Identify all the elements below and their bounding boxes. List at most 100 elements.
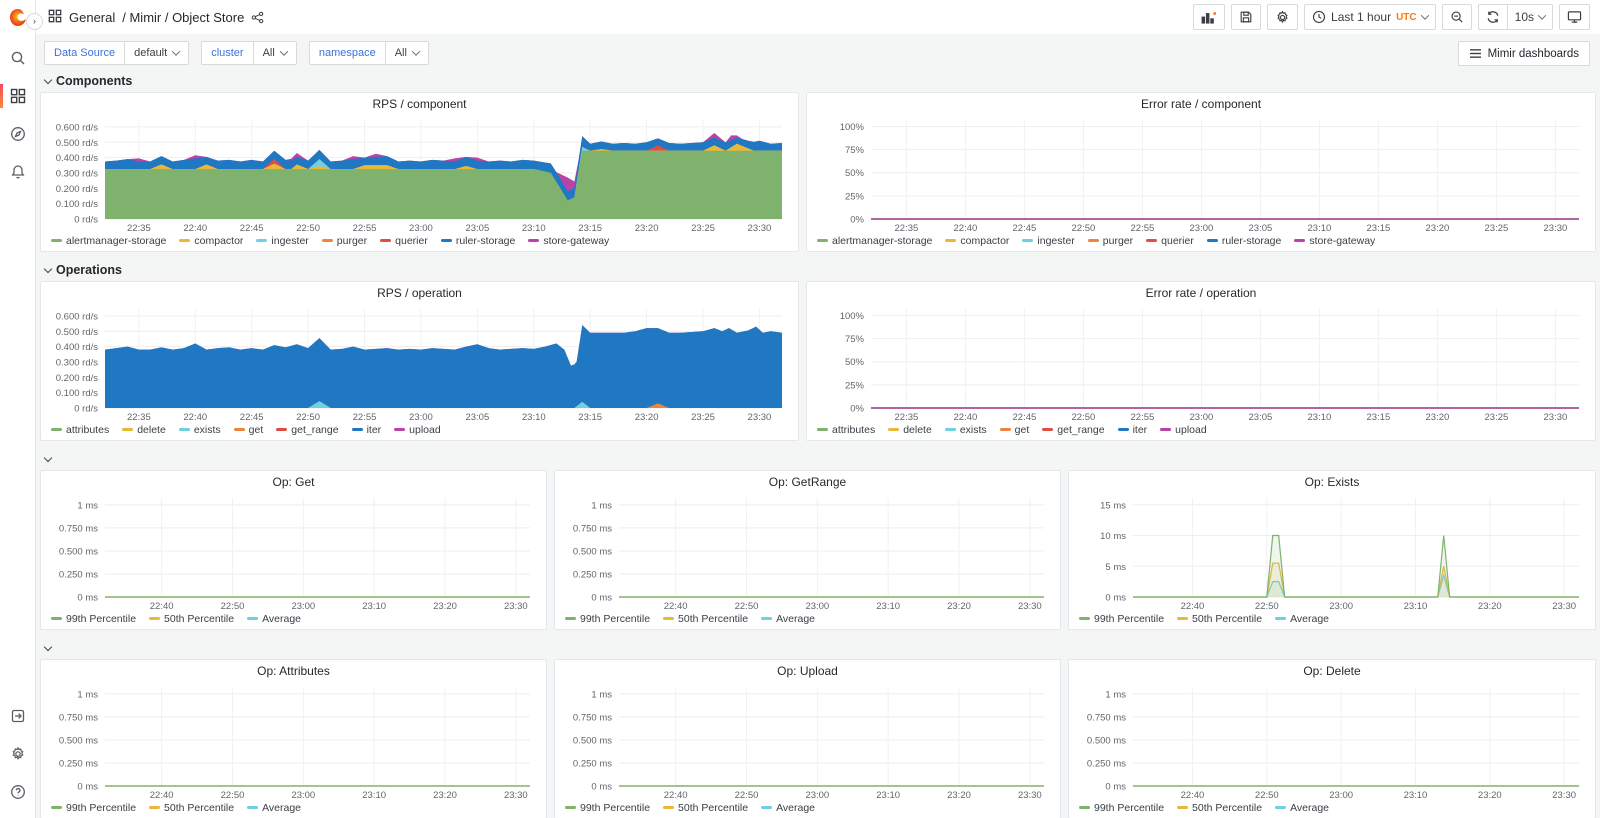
row-components[interactable]: Components xyxy=(40,70,1596,92)
legend-item[interactable]: 99th Percentile xyxy=(565,613,650,625)
chart-error-rate-component[interactable]: 0% 25% 50% 75% 100% 22:35 22:40 22:45 22:50 22:55… xyxy=(813,114,1589,233)
legend-item[interactable]: 99th Percentile xyxy=(51,802,136,814)
legend-item[interactable]: iter xyxy=(351,424,381,436)
add-panel-button[interactable] xyxy=(1193,4,1226,30)
mimir-dashboards-button[interactable]: Mimir dashboards xyxy=(1457,41,1590,66)
variable-value-dropdown[interactable]: All xyxy=(253,41,297,65)
chart-rps-component[interactable]: 0 rd/s 0.100 rd/s 0.200 rd/s 0.300 rd/s 0.40… xyxy=(47,114,792,233)
chart-rps-operation[interactable]: 0 rd/s 0.100 rd/s 0.200 rd/s 0.300 rd/s 0.40… xyxy=(47,303,792,422)
legend-item[interactable]: compactor xyxy=(945,235,1009,247)
variable-label[interactable]: namespace xyxy=(308,41,386,65)
legend-item[interactable]: Average xyxy=(761,613,815,625)
panel-title[interactable]: Op: Get xyxy=(47,475,540,492)
legend-item[interactable]: Average xyxy=(247,613,301,625)
legend-item[interactable]: ingester xyxy=(1022,235,1075,247)
cycle-view-mode-button[interactable] xyxy=(1559,4,1590,30)
svg-text:23:10: 23:10 xyxy=(876,601,900,611)
legend-item[interactable]: querier xyxy=(1146,235,1194,247)
share-icon[interactable] xyxy=(251,11,264,24)
legend-item[interactable]: Average xyxy=(1275,613,1329,625)
panel-title[interactable]: Op: Delete xyxy=(1075,664,1589,681)
save-dashboard-button[interactable] xyxy=(1231,4,1262,30)
legend-item[interactable]: get xyxy=(233,424,263,436)
panel-title[interactable]: Error rate / operation xyxy=(813,286,1589,303)
dashboard-settings-button[interactable] xyxy=(1267,4,1299,30)
legend-item[interactable]: purger xyxy=(321,235,367,247)
legend-item[interactable]: Average xyxy=(761,802,815,814)
legend-item[interactable]: 50th Percentile xyxy=(149,613,234,625)
legend-item[interactable]: delete xyxy=(122,424,166,436)
svg-text:0.600 rd/s: 0.600 rd/s xyxy=(56,122,98,133)
legend-item[interactable]: 50th Percentile xyxy=(1177,613,1262,625)
sidebar-item-settings[interactable] xyxy=(0,742,35,766)
legend-item[interactable]: upload xyxy=(394,424,441,436)
legend-item[interactable]: attributes xyxy=(817,424,875,436)
legend-item[interactable]: 50th Percentile xyxy=(149,802,234,814)
panel-title[interactable]: Op: GetRange xyxy=(561,475,1054,492)
legend-item[interactable]: alertmanager-storage xyxy=(51,235,166,247)
legend-item[interactable]: upload xyxy=(1160,424,1207,436)
legend-item[interactable]: store-gateway xyxy=(528,235,609,247)
time-range-picker[interactable]: Last 1 hour UTC xyxy=(1304,4,1436,30)
chart-op-attributes[interactable]: 0 ms 0.250 ms 0.500 ms 0.750 ms 1 ms 22:40 22:… xyxy=(47,681,540,800)
legend-item[interactable]: purger xyxy=(1087,235,1133,247)
variable-label[interactable]: cluster xyxy=(201,41,254,65)
zoom-out-button[interactable] xyxy=(1441,4,1472,30)
legend-item[interactable]: attributes xyxy=(51,424,109,436)
legend-item[interactable]: ruler-storage xyxy=(1206,235,1281,247)
legend-item[interactable]: 99th Percentile xyxy=(565,802,650,814)
variable-label[interactable]: Data Source xyxy=(44,41,126,65)
chart-op-get[interactable]: 0 ms 0.250 ms 0.500 ms 0.750 ms 1 ms 22:40 22:… xyxy=(47,492,540,611)
svg-text:22:50: 22:50 xyxy=(1072,223,1096,233)
panel-title[interactable]: RPS / component xyxy=(47,97,792,114)
panel-title[interactable]: Op: Upload xyxy=(561,664,1054,681)
sidebar-item-alerting[interactable] xyxy=(0,160,35,184)
chart-op-getrange[interactable]: 0 ms 0.250 ms 0.500 ms 0.750 ms 1 ms 22:40 22:… xyxy=(561,492,1054,611)
legend-item[interactable]: compactor xyxy=(179,235,243,247)
legend-item[interactable]: querier xyxy=(380,235,428,247)
legend-item[interactable]: Average xyxy=(1275,802,1329,814)
row-untitled-1[interactable] xyxy=(40,448,1596,470)
chart-op-upload[interactable]: 0 ms 0.250 ms 0.500 ms 0.750 ms 1 ms 22:40 22:… xyxy=(561,681,1054,800)
legend-item[interactable]: Average xyxy=(247,802,301,814)
panel-title[interactable]: Op: Attributes xyxy=(47,664,540,681)
legend-item[interactable]: delete xyxy=(888,424,932,436)
chart-error-rate-operation[interactable]: 0% 25% 50% 75% 100% 22:35 22:40 22:45 22:50 22:55… xyxy=(813,303,1589,422)
grafana-logo[interactable] xyxy=(8,8,28,28)
legend-item[interactable]: ruler-storage xyxy=(440,235,515,247)
sidebar-item-explore[interactable] xyxy=(0,122,35,146)
legend-item[interactable]: 50th Percentile xyxy=(1177,802,1262,814)
legend-item[interactable]: exists xyxy=(944,424,987,436)
chart-op-exists[interactable]: 0 ms 5 ms 10 ms 15 ms 22:40 22:50 23:00 23:10 23… xyxy=(1075,492,1589,611)
panel-title[interactable]: Error rate / component xyxy=(813,97,1589,114)
breadcrumb-section[interactable]: General xyxy=(69,10,115,25)
refresh-button[interactable] xyxy=(1477,4,1507,30)
variable-value-dropdown[interactable]: default xyxy=(125,41,190,65)
legend-item[interactable]: 99th Percentile xyxy=(51,613,136,625)
legend-item[interactable]: iter xyxy=(1117,424,1147,436)
panel-title[interactable]: Op: Exists xyxy=(1075,475,1589,492)
legend-item[interactable]: 99th Percentile xyxy=(1079,802,1164,814)
sidebar-item-dashboards[interactable] xyxy=(0,84,35,108)
legend-item[interactable]: get_range xyxy=(276,424,339,436)
sidebar-expand-button[interactable]: › xyxy=(26,13,43,30)
row-untitled-2[interactable] xyxy=(40,637,1596,659)
legend-item[interactable]: ingester xyxy=(256,235,309,247)
chart-op-delete[interactable]: 0 ms 0.250 ms 0.500 ms 0.750 ms 1 ms 22:40 22:… xyxy=(1075,681,1589,800)
legend-item[interactable]: 50th Percentile xyxy=(663,802,748,814)
legend-item[interactable]: get_range xyxy=(1042,424,1105,436)
legend-item[interactable]: get xyxy=(999,424,1029,436)
legend-item[interactable]: store-gateway xyxy=(1294,235,1375,247)
sidebar-item-help[interactable] xyxy=(0,780,35,804)
row-operations[interactable]: Operations xyxy=(40,259,1596,281)
legend-item[interactable]: alertmanager-storage xyxy=(817,235,932,247)
legend-item[interactable]: exists xyxy=(178,424,221,436)
panel-title[interactable]: RPS / operation xyxy=(47,286,792,303)
legend-item[interactable]: 50th Percentile xyxy=(663,613,748,625)
refresh-interval-dropdown[interactable]: 10s xyxy=(1506,4,1553,30)
sidebar-item-signin[interactable] xyxy=(0,704,35,728)
timezone-label: UTC xyxy=(1396,11,1417,23)
variable-value-dropdown[interactable]: All xyxy=(385,41,429,65)
legend-item[interactable]: 99th Percentile xyxy=(1079,613,1164,625)
sidebar-item-search[interactable] xyxy=(0,46,35,70)
